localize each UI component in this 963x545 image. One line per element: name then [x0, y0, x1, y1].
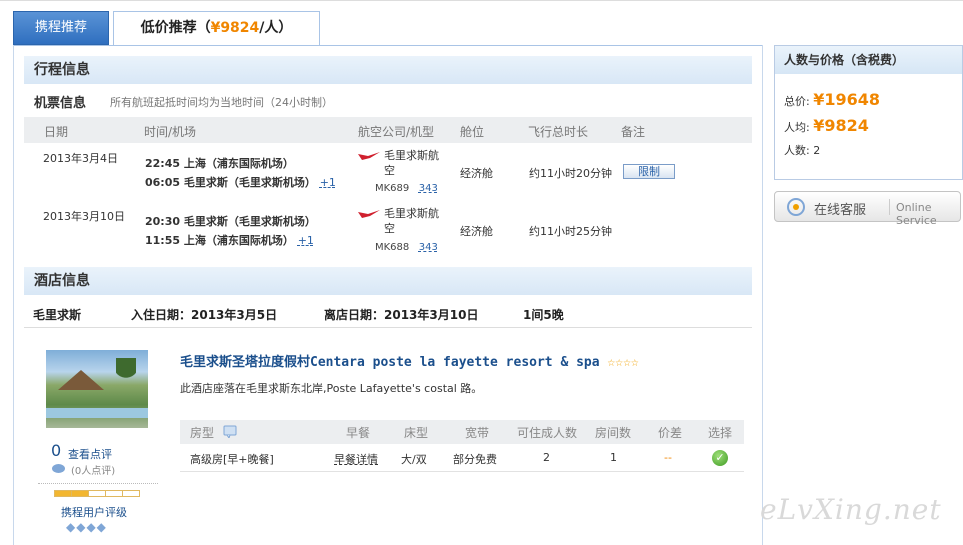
col-room-type: 房型	[190, 426, 215, 440]
star-rating-icon: ☆☆☆☆	[607, 355, 639, 370]
hotel-divider	[24, 327, 752, 328]
cabin-class: 经济舱	[460, 167, 493, 180]
flight-code: MK688	[375, 242, 410, 253]
flight-duration: 约11小时20分钟	[529, 167, 612, 180]
col-note: 备注	[621, 125, 646, 139]
flight-code: MK689	[375, 183, 410, 194]
hotel-photo[interactable]	[46, 350, 148, 428]
hotel-checkout: 离店日期：2013年3月10日	[324, 308, 479, 322]
flight-departure: 22:45 上海（浦东国际机场）	[145, 157, 294, 170]
airline-logo-icon	[358, 210, 380, 218]
flight-arrival: 06:05 毛里求斯（毛里求斯机场） +1	[145, 174, 336, 190]
col-airline: 航空公司/机型	[358, 125, 435, 139]
flight-info-title: 机票信息	[34, 96, 87, 111]
breakfast-details-link[interactable]: 早餐详情	[334, 451, 378, 467]
flight-arrival: 11:55 上海（浦东国际机场） +1	[145, 232, 314, 248]
tab-low-price-prefix: 低价推荐（	[140, 20, 211, 36]
rooms-count: 1	[610, 451, 617, 464]
per-person-value: ¥9824	[813, 116, 869, 135]
itinerary-section-title: 行程信息	[24, 56, 752, 84]
user-rating-label: 携程用户评级	[61, 506, 127, 519]
hotel-section-title: 酒店信息	[24, 267, 752, 295]
aircraft-type-link[interactable]: 343	[419, 183, 438, 194]
tab-low-price-value: ¥9824	[210, 20, 260, 36]
hotel-destination: 毛里求斯	[33, 308, 82, 322]
col-adults: 可住成人数	[517, 426, 578, 440]
col-time-airport: 时间/机场	[144, 125, 197, 139]
watermark: eLvXing.net	[760, 493, 942, 526]
comment-bubble-icon	[52, 464, 65, 473]
col-cabin: 舱位	[460, 125, 485, 139]
price-summary-title: 人数与价格（含税费）	[775, 46, 962, 74]
customer-service-icon	[787, 198, 805, 216]
hotel-description: 此酒店座落在毛里求斯东北岸,Poste Lafayette's costal 路…	[180, 382, 483, 395]
online-service-label: 在线客服	[814, 203, 867, 218]
col-broadband: 宽带	[465, 426, 490, 440]
col-bed: 床型	[404, 426, 429, 440]
flight-date: 2013年3月10日	[43, 210, 125, 223]
restriction-button[interactable]: 限制	[623, 164, 675, 179]
flight-arrival-text: 11:55 上海（浦东国际机场）	[145, 234, 294, 247]
review-score: 0	[51, 441, 62, 460]
col-rooms: 房间数	[595, 426, 632, 440]
online-service-button[interactable]: 在线客服 Online Service	[774, 191, 961, 227]
people-count: 人数: 2	[784, 144, 821, 157]
flight-table-header: 日期 时间/机场 航空公司/机型 舱位 飞行总时长 备注	[24, 117, 752, 143]
review-count: (0人点评)	[71, 466, 116, 477]
price-summary-box: 人数与价格（含税费） 总价: ¥19648 人均: ¥9824 人数: 2	[774, 45, 963, 180]
service-separator	[889, 199, 890, 215]
tab-low-price-suffix: /人）	[259, 20, 293, 36]
bed-type: 大/双	[401, 453, 427, 466]
hotel-rooms-nights: 1间5晚	[523, 308, 564, 322]
tab-ctrip-recommend[interactable]: 携程推荐	[13, 11, 109, 45]
selected-check-icon[interactable]: ✓	[712, 450, 728, 466]
room-table-header: 房型 早餐 床型 宽带 可住成人数 房间数 价差 选择	[180, 420, 744, 444]
total-price-value: ¥19648	[813, 90, 881, 109]
col-duration: 飞行总时长	[528, 125, 589, 139]
flight-arrival-text: 06:05 毛里求斯（毛里求斯机场）	[145, 176, 316, 189]
per-person-label: 人均:	[784, 121, 810, 134]
next-day-marker[interactable]: +1	[320, 176, 336, 189]
hotel-name-text: 毛里求斯圣塔拉度假村Centara poste la fayette resor…	[180, 355, 600, 370]
hotel-checkin: 入住日期：2013年3月5日	[131, 308, 278, 322]
room-row-divider	[180, 471, 744, 472]
flight-info-note: 所有航班起抵时间均为当地时间（24小时制）	[110, 96, 333, 109]
review-divider	[38, 483, 158, 484]
airline-name: 毛里求斯航	[384, 149, 439, 162]
col-price-diff: 价差	[658, 426, 683, 440]
room-type-info-icon[interactable]	[223, 424, 237, 438]
airline-logo-icon	[358, 152, 380, 160]
broadband: 部分免费	[453, 453, 497, 466]
col-breakfast: 早餐	[346, 426, 371, 440]
next-day-marker[interactable]: +1	[298, 234, 314, 247]
price-diff: --	[664, 451, 672, 464]
cabin-class: 经济舱	[460, 225, 493, 238]
total-price-label: 总价:	[784, 95, 810, 108]
room-type-link[interactable]: 高级房[早+晚餐]	[190, 451, 274, 467]
flight-duration: 约11小时25分钟	[529, 225, 612, 238]
user-rating-bar	[54, 490, 140, 497]
hotel-name-link[interactable]: 毛里求斯圣塔拉度假村Centara poste la fayette resor…	[180, 351, 639, 370]
per-person-price: 人均: ¥9824	[784, 116, 869, 135]
airline-name-cont: 空	[384, 222, 395, 235]
airline-name: 毛里求斯航	[384, 207, 439, 220]
top-border	[0, 0, 963, 1]
total-price: 总价: ¥19648	[784, 90, 880, 109]
online-service-label-en: Online Service	[896, 201, 937, 227]
col-select: 选择	[708, 426, 733, 440]
flight-date: 2013年3月4日	[43, 152, 118, 165]
adults-count: 2	[543, 451, 550, 464]
flight-departure: 20:30 毛里求斯（毛里求斯机场）	[145, 215, 316, 228]
diamond-rating-icon: ◆◆◆◆	[66, 520, 107, 534]
aircraft-type-link[interactable]: 343	[419, 242, 438, 253]
view-reviews-link[interactable]: 查看点评	[68, 446, 112, 462]
tab-low-price[interactable]: 低价推荐（¥9824/人）	[113, 11, 320, 45]
col-date: 日期	[44, 125, 69, 139]
airline-name-cont: 空	[384, 164, 395, 177]
